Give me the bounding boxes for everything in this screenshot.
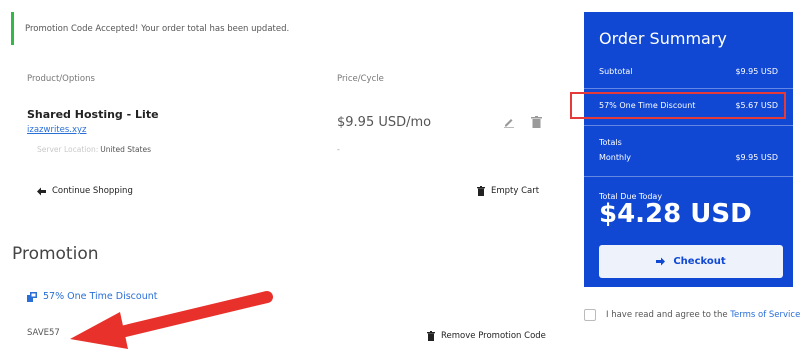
order-summary-title: Order Summary — [599, 29, 727, 48]
order-summary-panel: Order Summary Subtotal $9.95 USD 57% One… — [584, 12, 793, 287]
monthly-value: $9.95 USD — [735, 153, 778, 162]
checkout-button[interactable]: Checkout — [599, 245, 783, 278]
summary-divider — [584, 88, 793, 89]
summary-divider — [584, 125, 793, 126]
promo-success-alert: Promotion Code Accepted! Your order tota… — [11, 12, 557, 45]
promotion-heading: Promotion — [12, 244, 99, 264]
terms-checkbox[interactable] — [584, 309, 596, 321]
terms-text: I have read and agree to the — [606, 310, 728, 320]
trash-icon — [477, 186, 485, 196]
remove-promotion-label: Remove Promotion Code — [441, 331, 546, 341]
server-location-label: Server Location: — [37, 145, 99, 154]
monthly-label: Monthly — [599, 153, 632, 162]
arrow-right-icon — [656, 257, 666, 266]
product-name: Shared Hosting - Lite — [27, 108, 159, 121]
promotion-code: SAVE57 — [27, 328, 60, 338]
server-location: Server Location: United States — [37, 145, 151, 154]
total-due-value: $4.28 USD — [599, 199, 752, 229]
checkout-label: Checkout — [673, 256, 726, 267]
terms-of-service-link[interactable]: Terms of Service — [730, 310, 800, 320]
price-cycle-header: Price/Cycle — [337, 74, 384, 84]
subtotal-value: $9.95 USD — [735, 67, 778, 76]
subtotal-label: Subtotal — [599, 67, 633, 76]
annotation-arrow — [70, 291, 273, 349]
arrow-left-icon — [37, 187, 46, 196]
product-price: $9.95 USD/mo — [337, 115, 432, 130]
remove-promotion-button[interactable]: Remove Promotion Code — [427, 331, 546, 341]
option-price: - — [337, 145, 340, 154]
trash-icon[interactable] — [531, 116, 542, 128]
discount-highlight-box — [570, 92, 786, 119]
edit-icon[interactable] — [503, 116, 515, 128]
promo-tag-icon — [27, 291, 37, 302]
trash-icon — [427, 331, 435, 341]
product-options-header: Product/Options — [27, 74, 95, 84]
empty-cart-button[interactable]: Empty Cart — [477, 186, 539, 196]
subtotal-row: Subtotal $9.95 USD — [599, 67, 778, 76]
empty-cart-label: Empty Cart — [491, 186, 540, 196]
continue-shopping-button[interactable]: Continue Shopping — [37, 186, 133, 196]
summary-divider — [584, 176, 793, 177]
alert-message: Promotion Code Accepted! Your order tota… — [25, 23, 290, 34]
product-domain[interactable]: izazwrites.xyz — [27, 125, 87, 135]
server-location-value: United States — [100, 145, 152, 154]
continue-shopping-label: Continue Shopping — [52, 186, 133, 196]
totals-label: Totals — [599, 138, 622, 147]
terms-agreement: I have read and agree to the Terms of Se… — [584, 309, 800, 321]
monthly-row: Monthly $9.95 USD — [599, 153, 778, 162]
